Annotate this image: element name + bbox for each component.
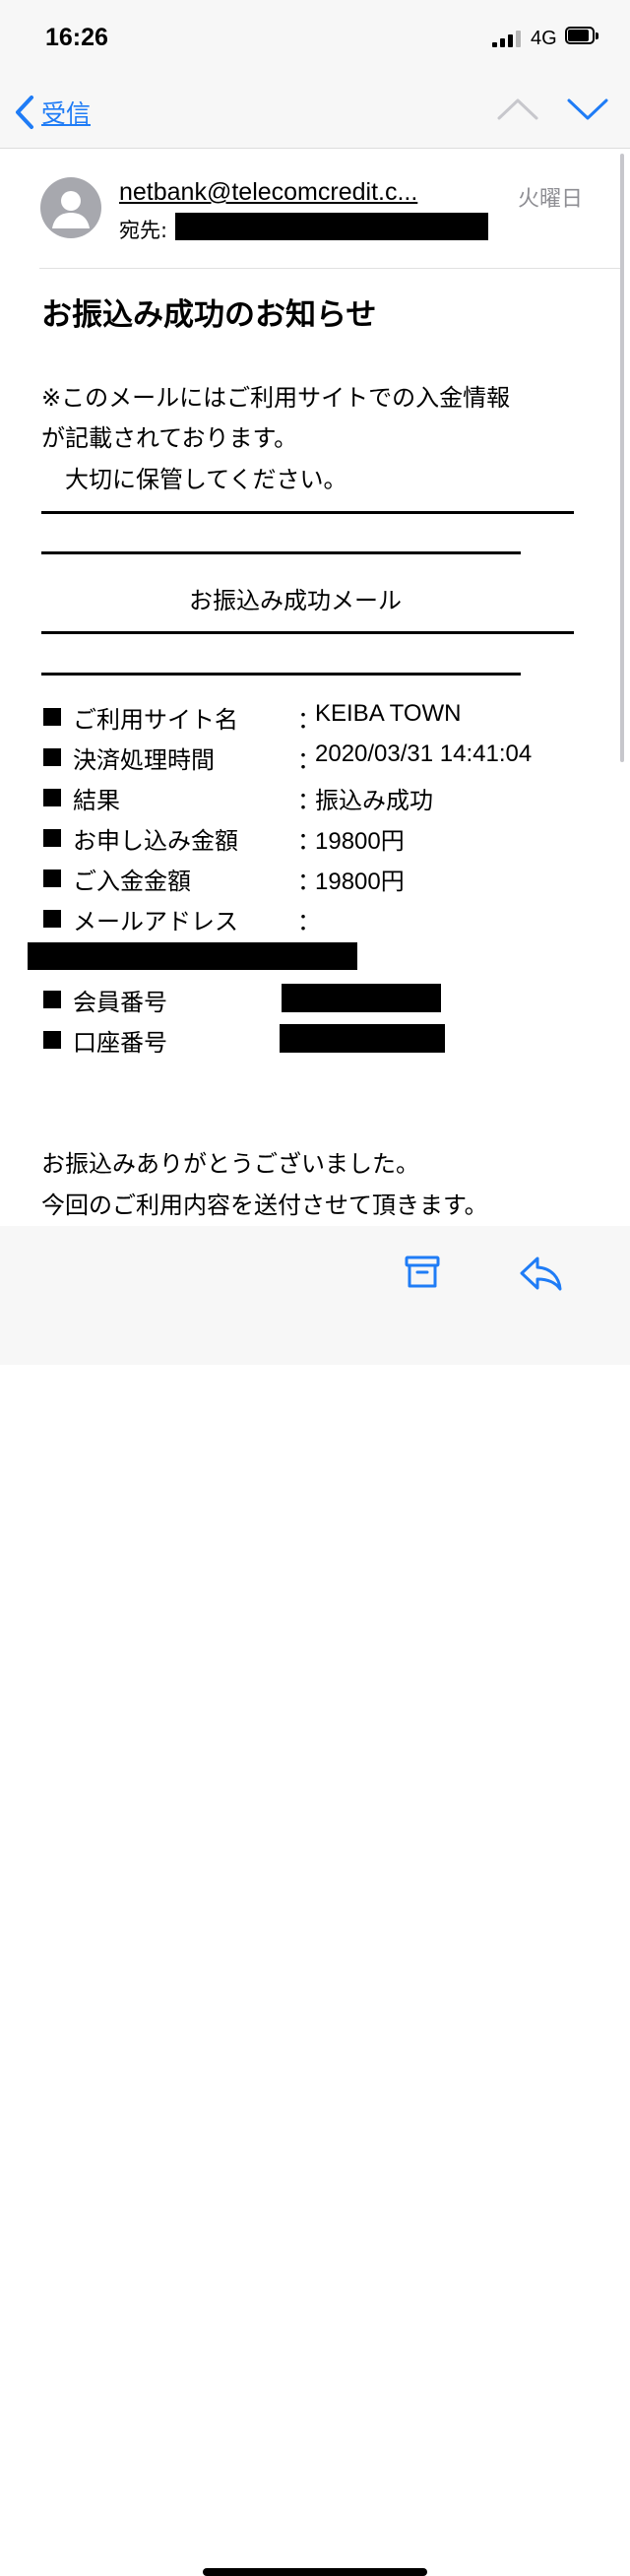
recipient-label: 宛先:: [119, 219, 168, 242]
bullet-square-icon: [43, 748, 61, 766]
redacted-recipient: [175, 213, 488, 240]
bottom-toolbar: [0, 1226, 630, 2576]
bullet-square-icon: [43, 869, 61, 887]
bullet-square-icon: [43, 991, 61, 1008]
bullet-square-icon: [43, 789, 61, 806]
body-closing-line-1: お振込みありがとうございました。: [41, 1150, 419, 1178]
separator-line: [41, 631, 574, 634]
separator-line: [41, 511, 574, 514]
body-closing-line-2: 今回のご利用内容を送付させて頂きます。: [41, 1191, 488, 1219]
bullet-square-icon: [43, 829, 61, 847]
sender-address[interactable]: netbank@telecomcredit.c...: [119, 178, 417, 207]
row-value: KEIBA TOWN: [315, 700, 462, 727]
header-divider: [39, 268, 622, 269]
row-label: ご利用サイト名: [73, 706, 238, 734]
separator-line: [41, 673, 521, 676]
row-value: 2020/03/31 14:41:04: [315, 741, 533, 767]
bullet-square-icon: [43, 1031, 61, 1049]
body-intro-line-1: ※このメールにはご利用サイトでの入金情報: [41, 384, 511, 412]
redacted-account-number: [280, 1024, 445, 1053]
redacted-email: [28, 942, 357, 970]
separator-line: [41, 551, 521, 554]
home-indicator[interactable]: [203, 2568, 427, 2576]
previous-message-button[interactable]: [496, 95, 539, 124]
network-type: 4G: [531, 28, 557, 49]
chevron-up-icon: [497, 98, 538, 120]
row-value: 19800円: [315, 828, 405, 855]
message-date: 火曜日: [518, 187, 584, 212]
row-value: 19800円: [315, 869, 405, 895]
bullet-square-icon: [43, 708, 61, 726]
archive-button[interactable]: [404, 1255, 441, 1290]
bullet-square-icon: [43, 910, 61, 928]
row-value: 振込み成功: [315, 788, 433, 814]
person-icon: [52, 191, 90, 228]
back-button[interactable]: 受信: [14, 93, 91, 132]
archive-icon: [405, 1256, 440, 1288]
row-label: 会員番号: [73, 989, 167, 1016]
chevron-down-icon: [567, 98, 608, 120]
email-subject: お振込み成功のお知らせ: [41, 297, 377, 333]
battery-icon: [565, 27, 600, 46]
reply-icon: [520, 1256, 562, 1291]
back-label: 受信: [41, 99, 92, 128]
chevron-left-icon: [16, 96, 33, 129]
body-intro-line-2: が記載されております。: [41, 424, 298, 452]
next-message-button[interactable]: [566, 95, 609, 124]
row-label: ご入金金額: [73, 868, 191, 895]
cellular-signal-icon: [492, 30, 524, 47]
reply-button[interactable]: [518, 1255, 563, 1292]
body-intro-line-3: 大切に保管してください。: [41, 466, 347, 493]
status-time: 16:26: [45, 24, 108, 51]
row-label: 口座番号: [73, 1029, 167, 1057]
row-label: メールアドレス: [73, 908, 238, 935]
top-bar: 16:26 4G 受信: [0, 0, 630, 149]
row-colon: ：: [297, 908, 321, 935]
body-center-title: お振込み成功メール: [189, 587, 402, 614]
sender-avatar[interactable]: [40, 177, 101, 238]
row-label: お申し込み金額: [73, 827, 238, 855]
redacted-member-number: [282, 984, 441, 1012]
row-label: 決済処理時間: [73, 746, 215, 774]
row-label: 結果: [73, 787, 120, 814]
scrollbar[interactable]: [620, 154, 624, 762]
